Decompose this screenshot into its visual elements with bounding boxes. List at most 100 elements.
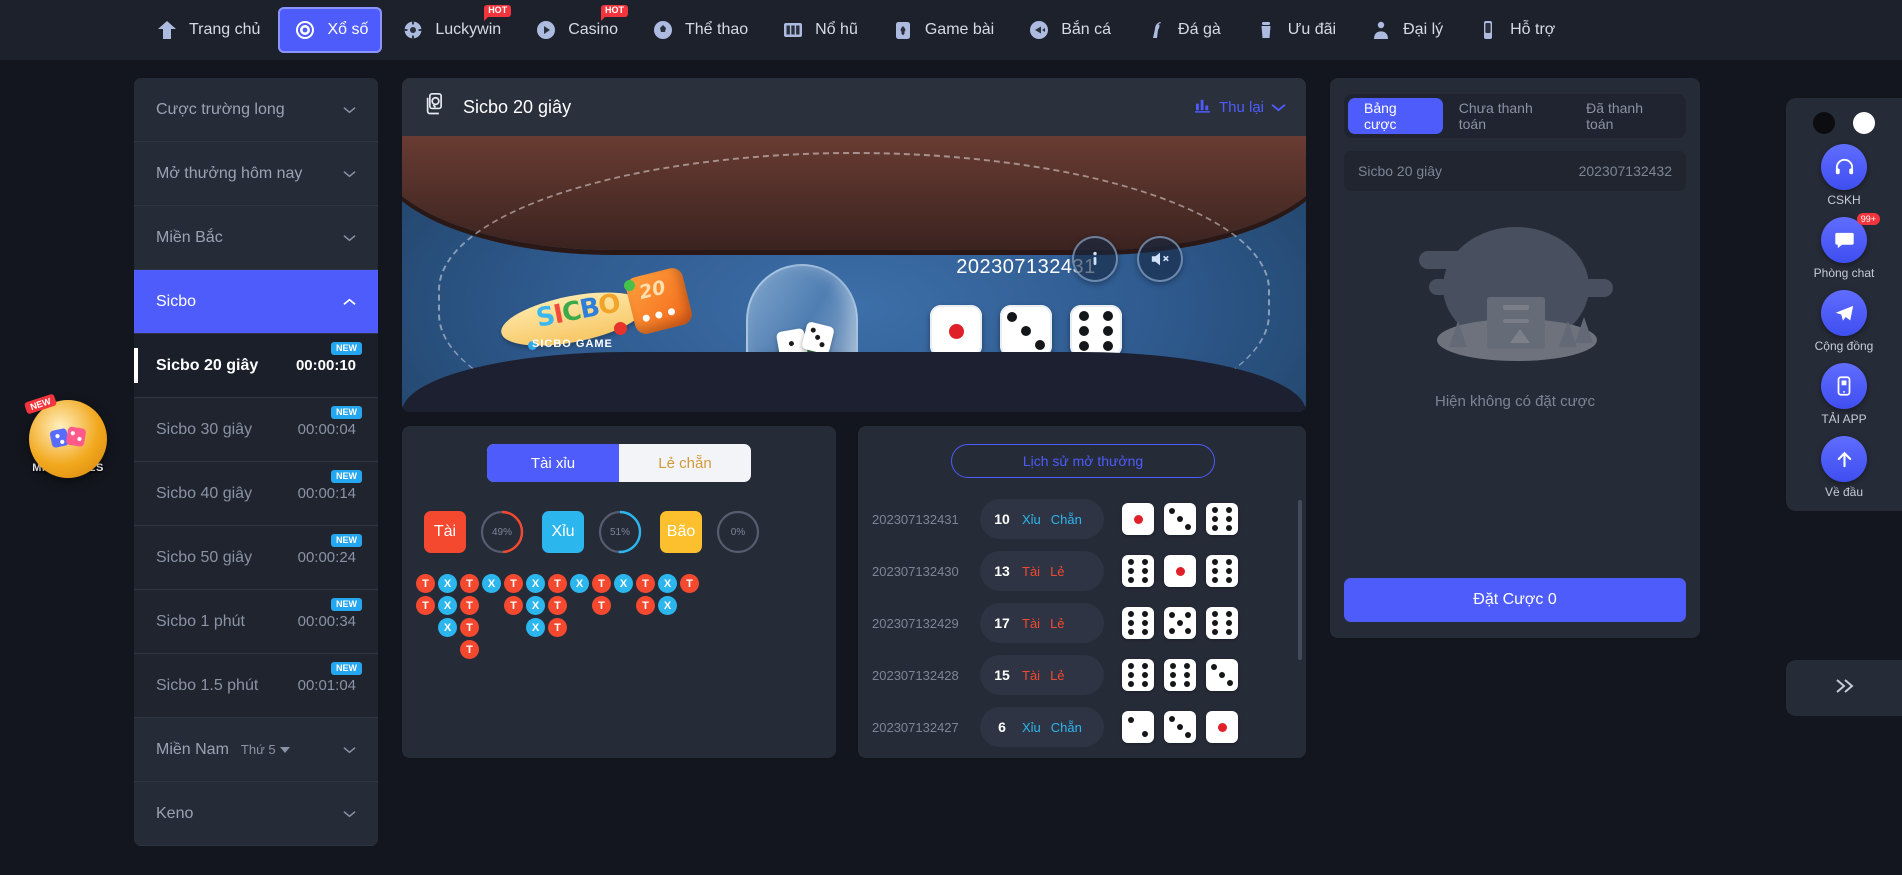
history-dice: [1122, 659, 1238, 691]
bet-type-tabs: Tài xỉu Lẻ chẵn: [487, 444, 751, 482]
road-column: TTTT: [460, 574, 479, 659]
float-item-mobile[interactable]: TẢI APP: [1786, 363, 1902, 426]
nav-item-label: Casino: [568, 21, 618, 38]
info-icon[interactable]: [1072, 236, 1118, 282]
sidebar-item-sicbo-20-giây[interactable]: Sicbo 20 giây 00:00:10 NEW: [134, 334, 378, 398]
road-column: TT: [416, 574, 435, 615]
die-face-6: [1164, 659, 1196, 691]
theme-light-icon[interactable]: [1853, 112, 1875, 134]
float-item-telegram[interactable]: Cộng đồng: [1786, 290, 1902, 353]
history-issue: 202307132431: [872, 511, 959, 527]
bet-board-game-name: Sicbo 20 giây: [1358, 163, 1443, 179]
road-bead-T: T: [416, 574, 435, 593]
history-row: 202307132431 10 Xỉu Chẵn: [872, 498, 1294, 540]
sidebar-item-sicbo-30-giây[interactable]: Sicbo 30 giây 00:00:04 NEW: [134, 398, 378, 462]
sidebar-group-cược-trường-long[interactable]: Cược trường long: [134, 78, 378, 142]
sidebar-group-sicbo[interactable]: Sicbo: [134, 270, 378, 334]
new-badge: NEW: [331, 470, 362, 483]
nav-item-slots[interactable]: Nổ hũ: [766, 7, 872, 53]
sidebar-group-miền-bắc[interactable]: Miền Bắc: [134, 206, 378, 270]
road-column: TT: [504, 574, 523, 615]
history-scrollbar[interactable]: [1298, 500, 1302, 660]
bet-board-tab-bảng-cược[interactable]: Bảng cược: [1348, 98, 1443, 134]
hot-badge: HOT: [601, 5, 628, 21]
sidebar-item-sicbo-50-giây[interactable]: Sicbo 50 giây 00:00:24 NEW: [134, 526, 378, 590]
bet-option-tai[interactable]: Tài: [424, 511, 466, 553]
sound-off-icon[interactable]: [1137, 236, 1183, 282]
home-icon: [154, 17, 180, 43]
bet-option-xiu[interactable]: Xỉu: [542, 511, 584, 553]
die-face-3: [1164, 711, 1196, 743]
float-item-headset[interactable]: CSKH: [1786, 144, 1902, 207]
history-dice: [1122, 555, 1238, 587]
road-column: TTT: [548, 574, 567, 637]
history-sum: 6: [998, 719, 1006, 735]
float-item-chat[interactable]: 99+ Phòng chat: [1786, 213, 1902, 280]
bet-tab-tài-xỉu[interactable]: Tài xỉu: [487, 444, 619, 482]
new-badge: NEW: [331, 662, 362, 675]
sidebar-item-sicbo-1-phút[interactable]: Sicbo 1 phút 00:00:34 NEW: [134, 590, 378, 654]
nav-item-agent[interactable]: Đại lý: [1354, 7, 1457, 53]
sidebar-item-label: Sicbo 1.5 phút: [156, 676, 259, 694]
die-face-6: [1122, 607, 1154, 639]
chevron-down-icon: [1271, 99, 1286, 116]
sidebar-item-timer: 00:01:04: [297, 677, 356, 694]
sidebar-item-sicbo-40-giây[interactable]: Sicbo 40 giây 00:00:14 NEW: [134, 462, 378, 526]
sidebar-day-select[interactable]: Thứ 5: [241, 742, 290, 757]
nav-item-luckywin[interactable]: Luckywin HOT: [386, 5, 515, 53]
history-issue: 202307132427: [872, 719, 959, 735]
bet-board-tab-chưa-thanh-toán[interactable]: Chưa thanh toán: [1443, 98, 1570, 134]
history-oddeven: Lẻ: [1050, 615, 1065, 631]
chevron-down-icon: [343, 234, 356, 242]
nav-item-casino[interactable]: Casino HOT: [519, 5, 632, 53]
sidebar-item-label: Sicbo 40 giây: [156, 484, 253, 502]
float-item-arrow-up[interactable]: Về đầu: [1786, 436, 1902, 499]
app-root: Trang chủ Xổ số Luckywin HOT Casino HOT Thể th…: [0, 0, 1902, 875]
history-sum: 13: [994, 563, 1010, 579]
sidebar-group-label: Miền Nam: [156, 740, 229, 758]
sidebar-group-miền-nam[interactable]: Miền Nam Thứ 5: [134, 718, 378, 782]
sidebar-item-sicbo-1-5-phút[interactable]: Sicbo 1.5 phút 00:01:04 NEW: [134, 654, 378, 718]
empty-text: Hiện không có đặt cược: [1435, 393, 1595, 410]
road-bead-T: T: [416, 596, 435, 615]
road-bead-X: X: [658, 596, 677, 615]
road-bead-X: X: [570, 574, 589, 593]
collect-button[interactable]: Thu lại: [1195, 98, 1286, 117]
bet-option-bao[interactable]: Bão: [660, 511, 702, 553]
theme-dark-icon[interactable]: [1813, 112, 1835, 134]
minigames-widget[interactable]: NEW MINI GAMES: [14, 393, 122, 478]
chevrons-right-icon: [1829, 675, 1859, 702]
sidebar-item-timer: 00:00:14: [297, 485, 356, 502]
road-bead-T: T: [548, 618, 567, 637]
road-map: TTXXXTTTTXTTXXXTTTXTTXTTXXT: [416, 574, 836, 659]
history-button[interactable]: Lịch sử mở thưởng: [951, 444, 1215, 478]
sidebar-group-keno[interactable]: Keno: [134, 782, 378, 846]
history-panel: Lịch sử mở thưởng 202307132431 10 Xỉu Chẵn 2…: [858, 426, 1306, 758]
nav-item-label: Xổ số: [327, 21, 369, 38]
nav-item-cockfight[interactable]: Đá gà: [1129, 7, 1235, 53]
nav-item-label: Đá gà: [1178, 21, 1221, 38]
die-face-3: [1206, 659, 1238, 691]
sidebar-group-mở-thưởng-hôm-nay[interactable]: Mở thưởng hôm nay: [134, 142, 378, 206]
bet-board-tab-đã-thanh-toán[interactable]: Đã thanh toán: [1570, 98, 1682, 134]
theme-toggle[interactable]: [1786, 112, 1902, 134]
bet-tab-lẻ-chẵn[interactable]: Lẻ chẵn: [619, 444, 751, 482]
collapse-toolbar-button[interactable]: [1786, 660, 1902, 716]
nav-item-support[interactable]: Hỗ trợ: [1461, 7, 1569, 53]
nav-item-home[interactable]: Trang chủ: [140, 7, 274, 53]
nav-item-sports[interactable]: Thể thao: [636, 7, 762, 53]
road-bead-T: T: [548, 574, 567, 593]
nav-item-cards[interactable]: Game bài: [876, 7, 1008, 53]
nav-item-fishing[interactable]: Bắn cá: [1012, 7, 1125, 53]
road-column: XXX: [438, 574, 457, 637]
sidebar-group-label: Keno: [156, 804, 194, 822]
nav-item-lottery[interactable]: Xổ số: [278, 7, 383, 53]
float-item-label: CSKH: [1827, 193, 1861, 207]
history-list: 202307132431 10 Xỉu Chẵn 202307132430 13 Tài Lẻ…: [872, 498, 1294, 748]
place-bet-button[interactable]: Đặt Cược 0: [1344, 578, 1686, 622]
mobile-icon: [1821, 363, 1867, 409]
nav-item-promo[interactable]: Ưu đãi: [1239, 7, 1350, 53]
chevron-up-icon: [343, 298, 356, 306]
road-bead-T: T: [680, 574, 699, 593]
logo-letter: O: [595, 288, 623, 322]
